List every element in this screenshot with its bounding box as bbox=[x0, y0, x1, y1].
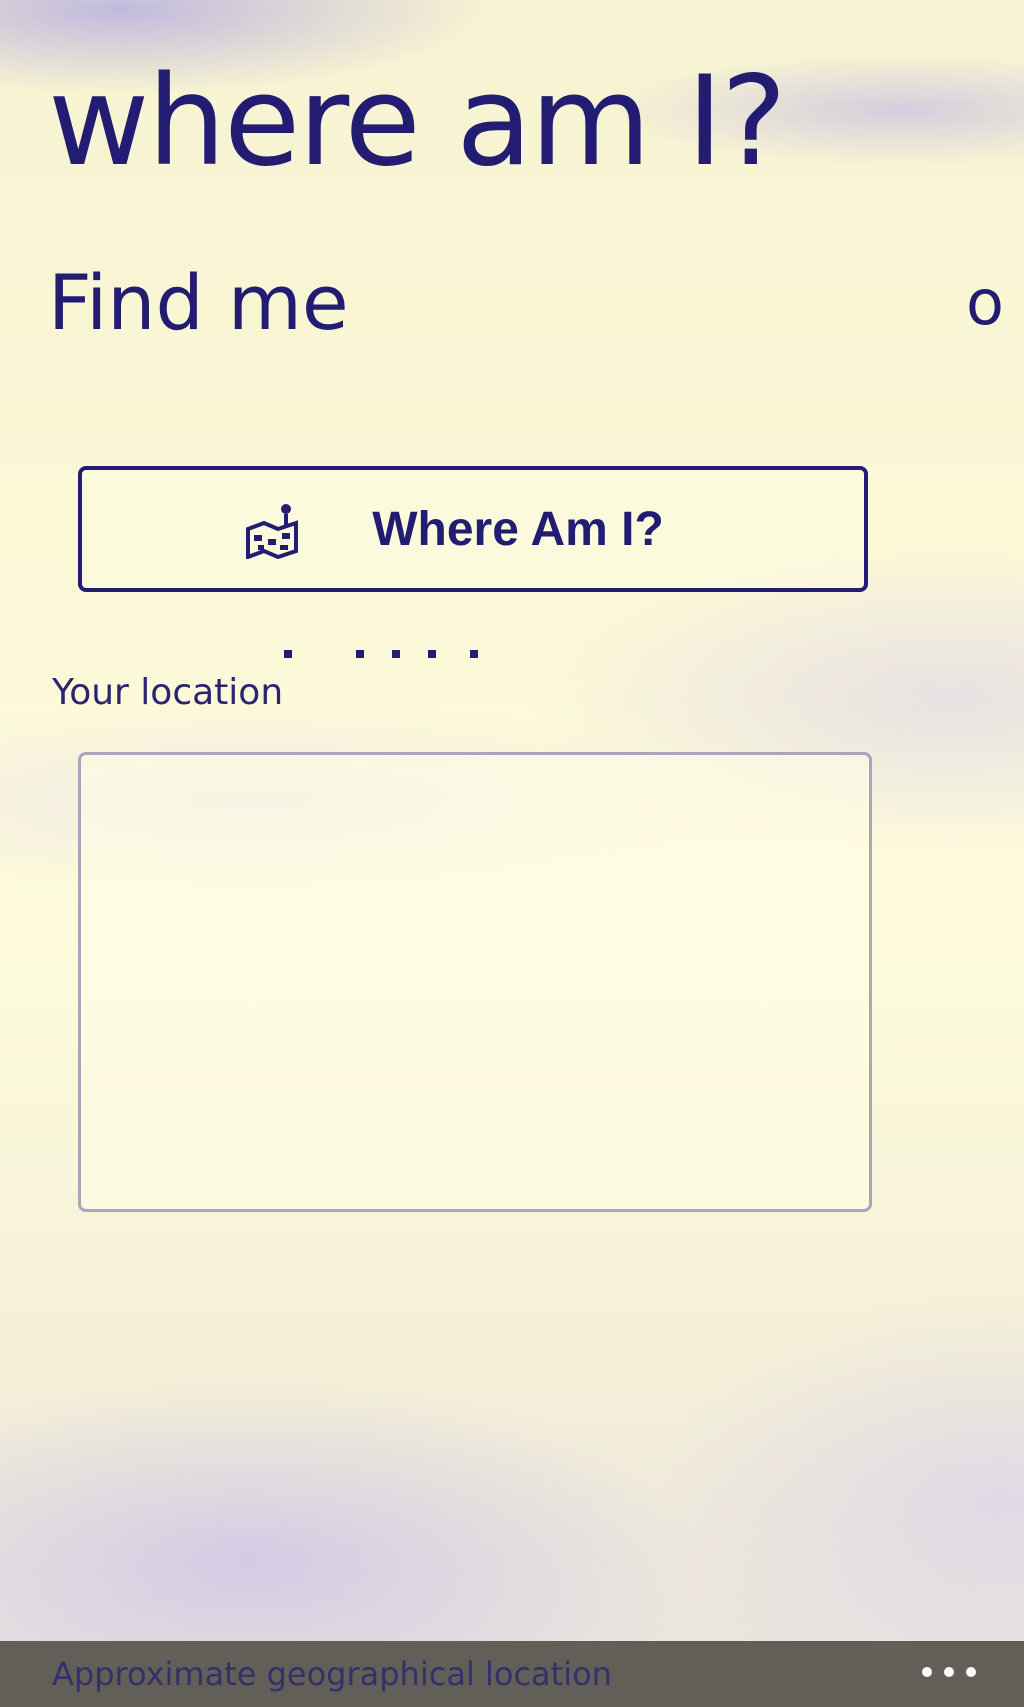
progress-dot bbox=[470, 650, 478, 658]
ellipsis-dot bbox=[922, 1667, 932, 1677]
ellipsis-icon[interactable] bbox=[922, 1663, 976, 1681]
pivot-header-find-me[interactable]: Find me bbox=[48, 265, 349, 341]
ellipsis-dot bbox=[944, 1667, 954, 1677]
app-bar: Approximate geographical location bbox=[0, 1641, 1024, 1707]
progress-dot bbox=[284, 650, 292, 658]
progress-dot bbox=[356, 650, 364, 658]
ellipsis-dot bbox=[966, 1667, 976, 1677]
progress-dot bbox=[392, 650, 400, 658]
where-am-i-button[interactable]: Where Am I? bbox=[78, 466, 868, 592]
where-am-i-button-label: Where Am I? bbox=[372, 502, 664, 556]
app-title: where am I? bbox=[48, 50, 787, 194]
location-output-box[interactable] bbox=[78, 752, 872, 1212]
map-location-icon bbox=[246, 504, 299, 559]
your-location-label: Your location bbox=[52, 672, 284, 713]
progress-dot bbox=[428, 650, 436, 658]
progress-indicator bbox=[280, 650, 500, 662]
app-bar-status-text: Approximate geographical location bbox=[52, 1655, 612, 1693]
pivot-header-next[interactable]: o bbox=[966, 272, 1004, 334]
